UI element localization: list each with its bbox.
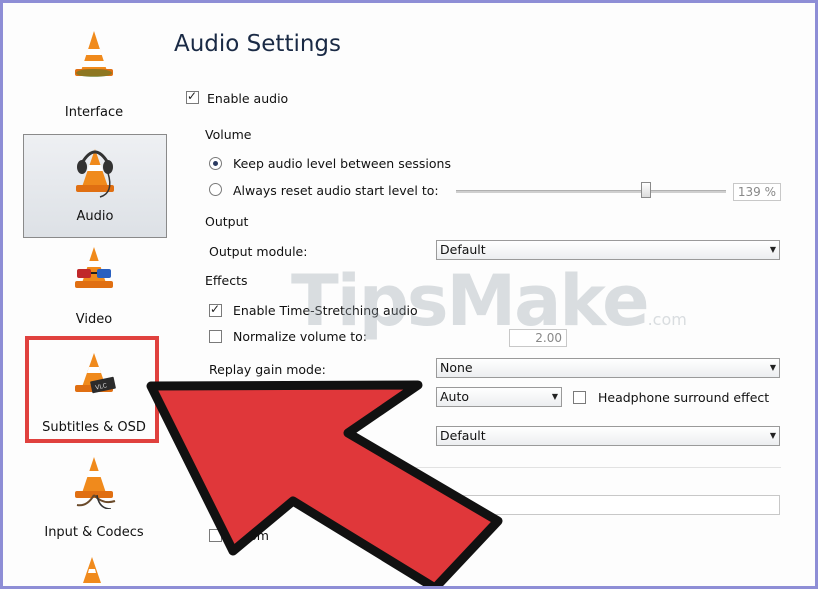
volume-level-spinbox[interactable]: 139 % bbox=[733, 183, 781, 201]
submit-stats-label-end: stats to bbox=[353, 528, 401, 543]
always-reset-label: Always reset audio start level to: bbox=[233, 183, 439, 198]
keep-level-radio[interactable] bbox=[209, 157, 222, 170]
replay-gain-label: Replay gain mode: bbox=[209, 362, 326, 377]
settings-panel: Audio Settings Enable audio Volume Keep … bbox=[171, 7, 811, 586]
effects-section-title: Effects bbox=[205, 273, 248, 288]
replay-gain-select[interactable]: None ▼ bbox=[436, 358, 780, 378]
pref-label: Prefe bbox=[209, 499, 241, 514]
enable-audio-checkbox[interactable] bbox=[186, 89, 199, 104]
normalize-checkbox[interactable] bbox=[209, 330, 222, 343]
sidebar-item-interface[interactable]: Interface bbox=[23, 17, 165, 127]
preferences-window: Interface Audio Video VLC Subtitles & OS… bbox=[0, 0, 818, 589]
output-section-title: Output bbox=[205, 214, 249, 229]
section-divider bbox=[205, 467, 781, 468]
chevron-down-icon: ▼ bbox=[769, 363, 776, 372]
submit-stats-label-start: Subm bbox=[233, 528, 269, 543]
sidebar-item-label: Interface bbox=[64, 105, 124, 120]
headphone-label: Headphone surround effect bbox=[598, 390, 770, 405]
default-select-value: Default bbox=[440, 428, 486, 443]
sidebar-item-subtitles-osd[interactable]: VLC Subtitles & OSD bbox=[23, 347, 165, 443]
always-reset-radio[interactable] bbox=[209, 183, 222, 196]
sidebar-item-label: Video bbox=[75, 312, 113, 327]
pref-input[interactable] bbox=[436, 495, 780, 515]
normalize-label: Normalize volume to: bbox=[233, 329, 367, 344]
sidebar-item-input-codecs[interactable]: Input & Codecs bbox=[23, 453, 165, 551]
output-module-select[interactable]: Default ▼ bbox=[436, 240, 780, 260]
visualization-value: Auto bbox=[440, 389, 470, 404]
chevron-down-icon: ▼ bbox=[769, 245, 776, 254]
vlc-cone-headphones-icon bbox=[76, 149, 114, 198]
sidebar-item-video[interactable]: Video bbox=[23, 241, 165, 341]
output-module-value: Default bbox=[440, 242, 486, 257]
default-select[interactable]: Default ▼ bbox=[436, 426, 780, 446]
volume-slider-thumb[interactable] bbox=[641, 182, 651, 198]
output-module-label: Output module: bbox=[209, 244, 308, 259]
sidebar-item-label: Audio bbox=[76, 209, 114, 224]
visualization-select[interactable]: Auto ▼ bbox=[436, 387, 562, 407]
vlc-cone-glasses-icon bbox=[75, 247, 113, 288]
submit-stats-checkbox[interactable] bbox=[209, 529, 222, 542]
sidebar-item-audio[interactable]: Audio bbox=[23, 134, 167, 238]
vlc-cone-cables-icon bbox=[75, 457, 116, 509]
volume-slider-track[interactable] bbox=[456, 190, 726, 193]
replay-gain-value: None bbox=[440, 360, 473, 375]
vlc-cone-clapper-icon: VLC bbox=[75, 353, 116, 394]
time-stretch-checkbox[interactable] bbox=[209, 302, 222, 317]
page-title: Audio Settings bbox=[174, 31, 342, 57]
chevron-down-icon: ▼ bbox=[769, 431, 776, 440]
keep-level-label: Keep audio level between sessions bbox=[233, 156, 451, 171]
volume-section-title: Volume bbox=[205, 127, 252, 142]
vlc-cone-icon bbox=[75, 31, 113, 77]
normalize-spinbox[interactable]: 2.00 bbox=[509, 329, 567, 347]
vlc-cone-partial-icon[interactable] bbox=[75, 555, 109, 585]
time-stretch-label: Enable Time-Stretching audio bbox=[233, 303, 418, 318]
sidebar-item-label: Subtitles & OSD bbox=[42, 420, 146, 435]
enable-audio-label: Enable audio bbox=[207, 91, 289, 106]
category-sidebar: Interface Audio Video VLC Subtitles & OS… bbox=[17, 7, 167, 586]
sidebar-item-label: Input & Codecs bbox=[44, 525, 144, 540]
headphone-checkbox[interactable] bbox=[573, 391, 586, 404]
chevron-down-icon: ▼ bbox=[551, 392, 558, 401]
